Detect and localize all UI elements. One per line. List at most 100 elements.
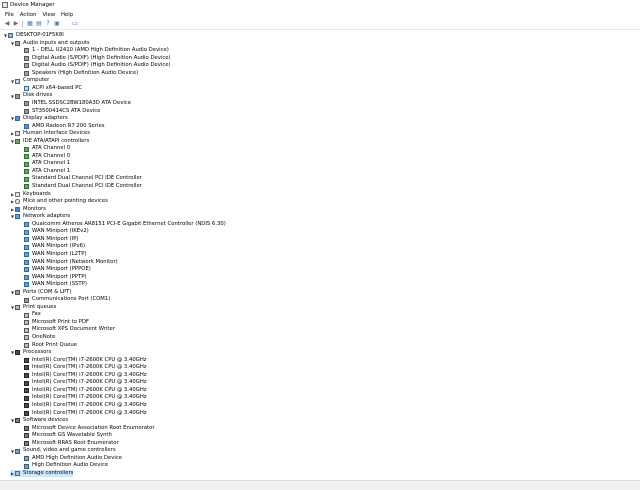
device-category[interactable]: ▶ Keyboards (10, 191, 51, 199)
device-item[interactable]: Standard Dual Channel PCI IDE Controller (19, 175, 142, 183)
tree-item-label: Ports (COM & LPT) (23, 288, 72, 295)
device-category[interactable]: ▼ Computer (10, 77, 49, 85)
port-icon (15, 289, 20, 295)
device-item[interactable]: Digital Audio (S/PDIF) (High Definition … (19, 62, 171, 70)
tree-item-label: Digital Audio (S/PDIF) (High Definition … (32, 62, 171, 69)
device-item[interactable]: ATA Channel 1 (19, 160, 70, 168)
storage-icon (15, 471, 20, 477)
tree-item-label: INTEL SSDSC2BW180A3D ATA Device (32, 99, 131, 106)
device-item[interactable]: Intel(R) Core(TM) i7-2600K CPU @ 3.40GHz (19, 364, 147, 372)
device-item[interactable]: ATA Channel 1 (19, 168, 70, 176)
device-category[interactable]: ▶ Human Interface Devices (10, 130, 90, 138)
menu-view[interactable]: View (39, 11, 58, 19)
device-item[interactable]: AMD High Definition Audio Device (19, 455, 122, 463)
device-item[interactable]: WAN Miniport (IKEv2) (19, 228, 89, 236)
device-item[interactable]: Intel(R) Core(TM) i7-2600K CPU @ 3.40GHz (19, 357, 147, 365)
ide-icon (24, 184, 29, 190)
device-item[interactable]: AMD Radeon R7 200 Series (19, 123, 105, 131)
tree-item-label: AMD High Definition Audio Device (32, 454, 123, 461)
device-item[interactable]: ST3500414CS ATA Device (19, 108, 100, 116)
device-item[interactable]: Intel(R) Core(TM) i7-2600K CPU @ 3.40GHz (19, 410, 147, 418)
tree-item-label: Standard Dual Channel PCI IDE Controller (32, 183, 142, 189)
printer-icon (24, 312, 29, 318)
device-item[interactable]: WAN Miniport (SSTP) (19, 281, 87, 289)
device-item[interactable]: Fax (19, 311, 41, 319)
tree-item-label: 1 - DELL U2410 (AMD High Definition Audi… (32, 47, 169, 54)
device-item[interactable]: Intel(R) Core(TM) i7-2600K CPU @ 3.40GHz (19, 402, 147, 410)
device-item[interactable]: WAN Miniport (PPPOE) (19, 266, 91, 274)
device-item[interactable]: WAN Miniport (IP) (19, 236, 79, 244)
device-category[interactable]: ▶ Monitors (10, 206, 46, 214)
device-item[interactable]: ATA Channel 0 (19, 145, 70, 153)
device-item[interactable]: High Definition Audio Device (19, 462, 108, 470)
device-category[interactable]: ▼ IDE ATA/ATAPI controllers (10, 138, 89, 146)
net-icon (15, 214, 20, 220)
device-item[interactable]: Intel(R) Core(TM) i7-2600K CPU @ 3.40GHz (19, 387, 147, 395)
back-arrow-icon: ◀ (4, 20, 10, 27)
device-category[interactable]: ▼ Print queues (10, 304, 56, 312)
menu-action[interactable]: Action (17, 11, 40, 19)
device-tree[interactable]: ▼ DESKTOP-01F5K8I ▼ Audio inputs and output… (0, 32, 640, 478)
device-item[interactable]: Communications Port (COM1) (19, 296, 110, 304)
device-item[interactable]: WAN Miniport (IPv6) (19, 243, 85, 251)
device-item[interactable]: Microsoft GS Wavetable Synth (19, 432, 112, 440)
properties-button[interactable]: ▦ (26, 20, 34, 28)
device-item[interactable]: Qualcomm Atheros AR8151 PCI-E Gigabit Et… (19, 221, 226, 229)
device-category[interactable]: ▶ Mice and other pointing devices (10, 198, 108, 206)
update-driver-icon: ▤ (36, 20, 42, 27)
device-item[interactable]: Microsoft XPS Document Writer (19, 326, 115, 334)
device-item[interactable]: Root Print Queue (19, 342, 77, 350)
device-category[interactable]: ▼ Sound, video and game controllers (10, 447, 116, 455)
port-icon (24, 297, 29, 303)
computer-root-node[interactable]: ▼ DESKTOP-01F5K8I (3, 32, 64, 40)
device-item[interactable]: ACPI x64-based PC (19, 85, 82, 93)
device-category[interactable]: ▼ Disk drives (10, 92, 52, 100)
tree-item-label: Microsoft Print to PDF (32, 318, 89, 325)
monitor-button[interactable]: ▭ (71, 20, 79, 28)
forward-button[interactable]: ▶ (12, 20, 20, 28)
device-item[interactable]: Speakers (High Definition Audio Device) (19, 70, 138, 78)
help-button[interactable]: ? (44, 20, 52, 28)
device-category[interactable]: ▼ Network adapters (10, 213, 70, 221)
device-item[interactable]: Intel(R) Core(TM) i7-2600K CPU @ 3.40GHz (19, 372, 147, 380)
tree-item-label: ACPI x64-based PC (32, 84, 83, 91)
device-item[interactable]: INTEL SSDSC2BW180A3D ATA Device (19, 100, 131, 108)
tree-item-label: WAN Miniport (Network Monitor) (32, 258, 118, 265)
device-item[interactable]: Standard Dual Channel PCI IDE Controller (19, 183, 142, 191)
tree-item-label: Microsoft Device Association Root Enumer… (32, 424, 155, 431)
menu-file[interactable]: File (0, 11, 17, 19)
device-item[interactable]: Intel(R) Core(TM) i7-2600K CPU @ 3.40GHz (19, 379, 147, 387)
device-item[interactable]: OneNote (19, 334, 55, 342)
speaker-icon (24, 63, 29, 69)
device-item[interactable]: Microsoft Print to PDF (19, 319, 89, 327)
device-category[interactable]: ▼ Display adapters (10, 115, 68, 123)
net-icon (24, 282, 29, 288)
device-category[interactable]: ▼ Processors (10, 349, 51, 357)
device-item[interactable]: Microsoft RRAS Root Enumerator (19, 440, 119, 448)
device-item[interactable]: 1 - DELL U2410 (AMD High Definition Audi… (19, 47, 169, 55)
menu-help[interactable]: Help (58, 11, 76, 19)
device-item[interactable]: Intel(R) Core(TM) i7-2600K CPU @ 3.40GHz (19, 394, 147, 402)
device-item[interactable]: WAN Miniport (L2TP) (19, 251, 87, 259)
device-item[interactable]: Microsoft Device Association Root Enumer… (19, 425, 155, 433)
printer-icon (15, 305, 20, 311)
device-item[interactable]: ATA Channel 0 (19, 153, 70, 161)
update-driver-button[interactable]: ▤ (35, 20, 43, 28)
scan-hardware-button[interactable]: ▣ (53, 20, 61, 28)
tree-item-label: Computer (23, 77, 50, 84)
software-icon (24, 425, 29, 431)
device-category[interactable]: ▼ Ports (COM & LPT) (10, 289, 71, 297)
tree-item-label: Intel(R) Core(TM) i7-2600K CPU @ 3.40GHz (32, 401, 147, 408)
device-category[interactable]: ▼ Audio inputs and outputs (10, 40, 90, 48)
device-item[interactable]: Digital Audio (S/PDIF) (High Definition … (19, 55, 171, 63)
tree-item-label: Microsoft GS Wavetable Synth (32, 432, 112, 439)
ide-icon (15, 138, 20, 144)
net-icon (24, 244, 29, 250)
back-button[interactable]: ◀ (3, 20, 11, 28)
device-category[interactable]: ▶ Storage controllers (10, 469, 74, 478)
device-category[interactable]: ▼ Software devices (10, 417, 68, 425)
device-item[interactable]: WAN Miniport (Network Monitor) (19, 259, 118, 267)
device-item[interactable]: WAN Miniport (PPTP) (19, 274, 87, 282)
tree-item-label: Intel(R) Core(TM) i7-2600K CPU @ 3.40GHz (32, 371, 147, 378)
tree-item-label: Intel(R) Core(TM) i7-2600K CPU @ 3.40GHz (32, 364, 147, 371)
